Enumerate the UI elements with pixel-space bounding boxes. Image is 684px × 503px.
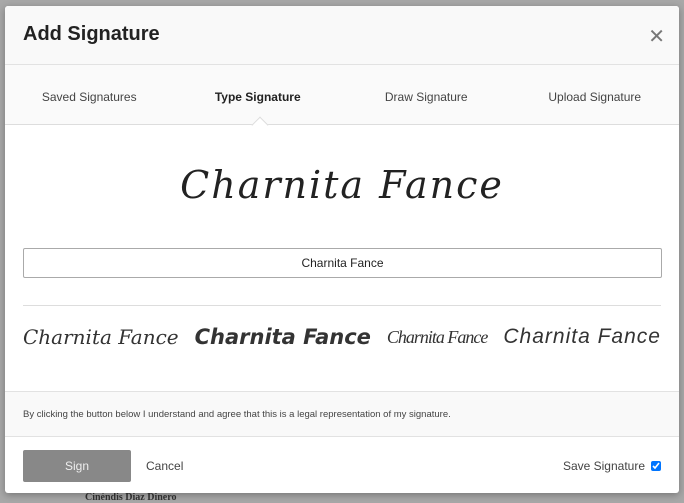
signature-name-input[interactable] (23, 248, 662, 278)
save-signature-label: Save Signature (562, 459, 645, 473)
dialog-header: Add Signature ✕ (5, 6, 679, 65)
tab-type-signature[interactable]: Type Signature (174, 65, 343, 124)
save-signature-toggle[interactable]: Save Signature (563, 459, 661, 473)
tab-saved-signatures[interactable]: Saved Signatures (5, 65, 174, 124)
signature-style-option[interactable]: Charnita Fance (195, 325, 371, 349)
add-signature-dialog: Add Signature ✕ Saved Signatures Type Si… (5, 6, 679, 493)
save-signature-checkbox[interactable] (651, 461, 661, 471)
dialog-footer: Sign Cancel Save Signature (5, 437, 679, 493)
background-document-text: Cinéndis Diaz Dinero (85, 492, 177, 503)
legal-disclaimer: By clicking the button below I understan… (5, 391, 679, 437)
dialog-title: Add Signature (23, 23, 160, 45)
signature-style-option[interactable]: Charnita Fance (387, 327, 488, 348)
signature-preview: Charnita Fance (180, 163, 504, 207)
close-icon[interactable]: ✕ (648, 24, 665, 49)
tab-draw-signature[interactable]: Draw Signature (342, 65, 511, 124)
signature-style-option[interactable]: Charnita Fance (503, 325, 661, 349)
divider (23, 305, 661, 306)
tab-upload-signature[interactable]: Upload Signature (511, 65, 680, 124)
signature-tabs: Saved Signatures Type Signature Draw Sig… (5, 65, 680, 134)
signature-style-options: Charnita Fance Charnita Fance Charnita F… (23, 325, 661, 349)
signature-style-option[interactable]: Charnita Fance (23, 325, 179, 349)
type-signature-panel: Charnita Fance Charnita Fance Charnita F… (5, 125, 679, 391)
sign-button[interactable]: Sign (23, 450, 131, 482)
cancel-button[interactable]: Cancel (146, 459, 183, 473)
